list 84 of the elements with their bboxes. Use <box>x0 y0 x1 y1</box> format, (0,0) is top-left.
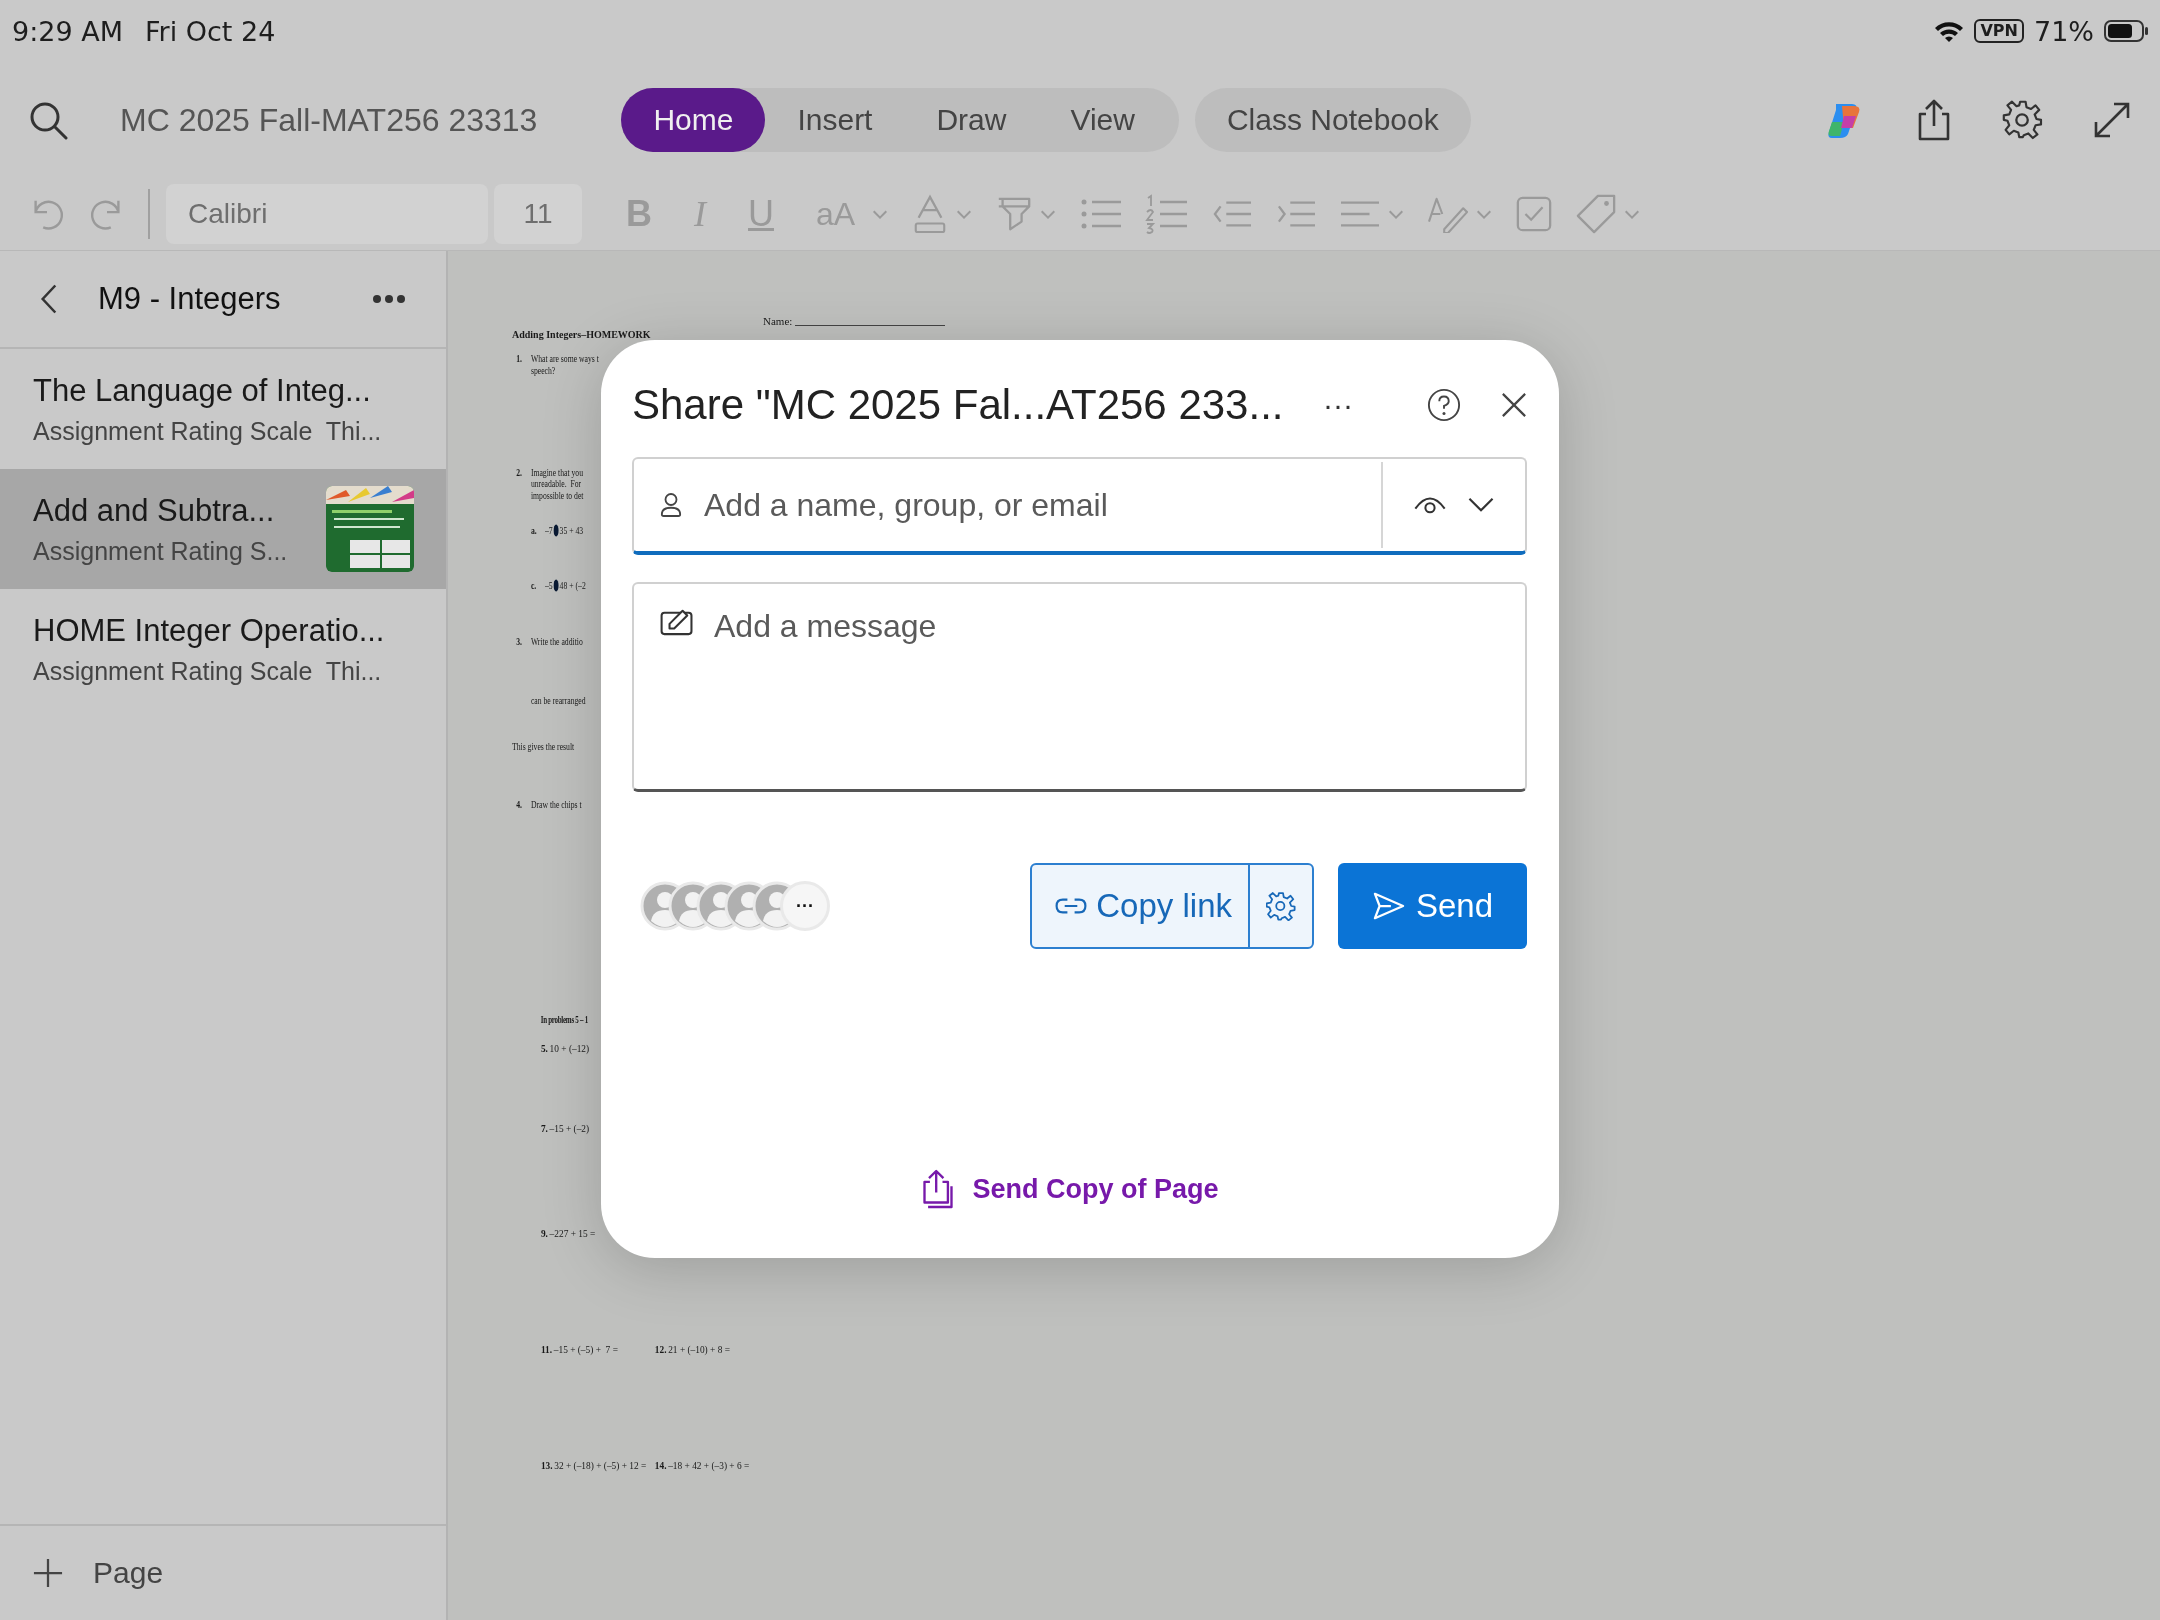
problem-number: 5. <box>540 1042 548 1055</box>
section-title: M9 - Integers <box>98 281 282 317</box>
link-icon <box>1054 897 1089 915</box>
problem-text: 10 + (–12) <box>549 1042 590 1055</box>
message-field[interactable]: Add a message <box>632 582 1527 792</box>
problem-number: 13. <box>540 1459 553 1472</box>
problem-number: 14. <box>654 1459 667 1472</box>
close-icon[interactable] <box>1501 392 1527 418</box>
expression-text: 35 + 43 <box>559 524 584 537</box>
wifi-icon <box>1934 20 1965 42</box>
question-text: can be rearranged <box>530 694 586 707</box>
person-icon <box>660 492 682 518</box>
question-number: 1. <box>515 352 523 365</box>
more-icon[interactable] <box>372 294 406 304</box>
ribbon-tab[interactable]: Draw <box>904 88 1039 152</box>
edit-icon <box>660 608 694 636</box>
worksheet-heading: Adding Integers–HOMEWORK <box>512 328 652 341</box>
question-text: speech? <box>530 364 556 377</box>
search-icon[interactable] <box>28 100 68 140</box>
question-label: c. <box>530 579 538 592</box>
question-label: a. <box>530 524 538 537</box>
notebook-title: MC 2025 Fall-MAT256 23313 <box>120 101 538 139</box>
ribbon-tab[interactable]: Home <box>621 88 766 152</box>
page-title: HOME Integer Operatio... <box>33 612 386 649</box>
name-label: Name: <box>763 315 793 328</box>
expand-icon[interactable] <box>2092 100 2132 140</box>
page-title: Add and Subtra... <box>33 492 276 529</box>
battery-percent: 71% <box>2034 15 2094 47</box>
ink-blot-icon <box>553 524 559 537</box>
question-number: 2. <box>515 466 523 479</box>
plus-icon <box>33 1558 63 1588</box>
question-text: What are some ways t <box>530 352 599 365</box>
more-people-button[interactable]: ··· <box>780 881 830 931</box>
problem-text: –15 + (–5) + 7 = <box>553 1343 618 1356</box>
problem-text: –227 + 15 = <box>549 1227 596 1240</box>
vpn-badge: VPN <box>1974 19 2024 43</box>
page-preview: Assignment Rating S... <box>33 536 289 566</box>
help-icon[interactable] <box>1427 388 1461 422</box>
send-icon <box>1371 891 1406 921</box>
settings-icon[interactable] <box>1266 891 1296 921</box>
question-text: Imagine that you <box>530 466 584 479</box>
problem-text: –15 + (–2) <box>549 1122 590 1135</box>
question-text: unreadable. For <box>530 477 582 490</box>
status-date: Fri Oct 24 <box>145 15 276 47</box>
question-text: Write the additio <box>530 635 583 648</box>
page-preview: Assignment Rating Scale Thi... <box>33 656 383 686</box>
ribbon-tab[interactable]: Insert <box>765 88 905 152</box>
chevron-down-icon[interactable] <box>1467 497 1495 513</box>
instructions-text: In problems 5 – 1 <box>540 1013 588 1026</box>
send-copy-link[interactable]: Send Copy of Page <box>920 1168 1219 1210</box>
page-title: The Language of Integ... <box>33 372 372 409</box>
send-button[interactable]: Send <box>1338 863 1527 949</box>
more-button[interactable]: ··· <box>1317 388 1359 422</box>
problem-number: 7. <box>540 1122 548 1135</box>
message-input[interactable]: Add a message <box>714 608 1501 668</box>
question-number: 4. <box>515 798 523 811</box>
dialog-title: Share "MC 2025 Fal...AT256 233... <box>632 381 1285 429</box>
settings-icon[interactable] <box>2002 99 2044 141</box>
battery-icon <box>2104 20 2148 42</box>
class-notebook-tab[interactable]: Class Notebook <box>1194 88 1471 152</box>
problem-text: 21 + (–10) + 8 = <box>668 1343 730 1356</box>
recipient-field[interactable]: Add a name, group, or email <box>632 457 1527 555</box>
page-list-item[interactable]: The Language of Integ... Assignment Rating Scale Thi... <box>0 349 446 469</box>
ribbon-tab[interactable]: View <box>1038 88 1167 152</box>
page-list-item[interactable]: Add and Subtra... Assignment Rating S... <box>0 469 446 589</box>
expression-text: 48 + (–2 <box>559 579 586 592</box>
problem-text: –18 + 42 + (–3) + 6 = <box>668 1459 750 1472</box>
ink-blot-icon <box>553 579 559 592</box>
problem-number: 11. <box>540 1343 553 1356</box>
page-list-item[interactable]: HOME Integer Operatio... Assignment Rating Scale Thi... <box>0 589 446 709</box>
status-time: 9:29 AM <box>12 15 123 47</box>
back-icon[interactable] <box>40 283 58 315</box>
question-text: impossible to det <box>530 489 584 502</box>
expression-text: –7 <box>544 524 553 537</box>
page-preview: Assignment Rating Scale Thi... <box>33 416 383 446</box>
question-number: 3. <box>515 635 523 648</box>
problem-number: 12. <box>654 1343 667 1356</box>
recipient-input[interactable]: Add a name, group, or email <box>702 485 1361 525</box>
add-page-button[interactable]: Page <box>0 1524 446 1620</box>
problem-number: 9. <box>540 1227 548 1240</box>
question-text: This gives the result <box>512 740 575 753</box>
expression-text: –5 <box>544 579 553 592</box>
question-text: Draw the chips t <box>530 798 582 811</box>
problem-text: 32 + (–18) + (–5) + 12 = <box>554 1459 647 1472</box>
